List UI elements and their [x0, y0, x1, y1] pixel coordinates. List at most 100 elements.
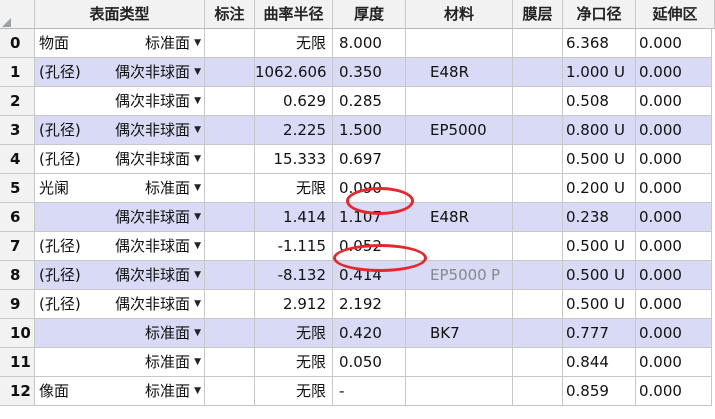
dropdown-arrow-icon[interactable]: ▼ — [194, 174, 201, 202]
coating-cell[interactable] — [513, 290, 563, 319]
comment-cell[interactable] — [205, 377, 255, 406]
comment-cell[interactable] — [205, 29, 255, 58]
surface-type-cell[interactable]: (孔径) 偶次非球面 ▼ — [35, 116, 205, 145]
thickness-cell[interactable]: 0.697 — [333, 145, 406, 174]
dropdown-arrow-icon[interactable]: ▼ — [194, 348, 201, 376]
radius-cell[interactable]: 无限 — [255, 348, 333, 377]
thickness-cell[interactable]: 0.285 — [333, 87, 406, 116]
material-cell[interactable]: BK7 — [406, 319, 513, 348]
semi-dia-solve-flag[interactable]: U — [614, 145, 625, 173]
material-cell[interactable] — [406, 348, 513, 377]
material-cell[interactable]: EP5000 P — [406, 261, 513, 290]
material-cell[interactable] — [406, 145, 513, 174]
extend-cell[interactable]: 0.000 — [636, 87, 712, 116]
material-cell[interactable] — [406, 29, 513, 58]
extend-cell[interactable]: 0.000 — [636, 116, 712, 145]
extend-cell[interactable]: 0.000 — [636, 58, 712, 87]
extend-cell[interactable]: 0.000 — [636, 290, 712, 319]
comment-cell[interactable] — [205, 348, 255, 377]
coating-cell[interactable] — [513, 319, 563, 348]
comment-cell[interactable] — [205, 87, 255, 116]
row-index[interactable]: 7 — [0, 232, 35, 261]
coating-cell[interactable] — [513, 174, 563, 203]
radius-cell[interactable]: 无限 — [255, 319, 333, 348]
clear-semi-dia-cell[interactable]: 0.238 — [563, 203, 636, 232]
extend-cell[interactable]: 0.000 — [636, 203, 712, 232]
comment-cell[interactable] — [205, 174, 255, 203]
thickness-cell[interactable]: 8.000 — [333, 29, 406, 58]
dropdown-arrow-icon[interactable]: ▼ — [194, 319, 201, 347]
header-coating[interactable]: 膜层 — [513, 0, 563, 29]
coating-cell[interactable] — [513, 116, 563, 145]
thickness-cell[interactable]: 1.107 — [333, 203, 406, 232]
dropdown-arrow-icon[interactable]: ▼ — [194, 377, 201, 405]
header-comment[interactable]: 标注 — [205, 0, 255, 29]
extend-cell[interactable]: 0.000 — [636, 348, 712, 377]
dropdown-arrow-icon[interactable]: ▼ — [194, 261, 201, 289]
header-clear-semi-dia[interactable]: 净口径 — [563, 0, 636, 29]
radius-cell[interactable]: -8.132 — [255, 261, 333, 290]
extend-cell[interactable]: 0.000 — [636, 145, 712, 174]
comment-cell[interactable] — [205, 58, 255, 87]
surface-type-cell[interactable]: 标准面 ▼ — [35, 319, 205, 348]
row-index[interactable]: 10 — [0, 319, 35, 348]
row-index[interactable]: 6 — [0, 203, 35, 232]
comment-cell[interactable] — [205, 116, 255, 145]
row-index[interactable]: 9 — [0, 290, 35, 319]
header-extend[interactable]: 延伸区 — [636, 0, 715, 29]
thickness-cell[interactable]: 1.500 — [333, 116, 406, 145]
surface-type-cell[interactable]: 标准面 ▼ — [35, 348, 205, 377]
clear-semi-dia-cell[interactable]: 0.508 — [563, 87, 636, 116]
row-index[interactable]: 8 — [0, 261, 35, 290]
thickness-cell[interactable]: 0.420 — [333, 319, 406, 348]
radius-cell[interactable]: -1.115 — [255, 232, 333, 261]
header-thickness[interactable]: 厚度 — [333, 0, 406, 29]
surface-type-cell[interactable]: (孔径) 偶次非球面 ▼ — [35, 261, 205, 290]
dropdown-arrow-icon[interactable]: ▼ — [194, 116, 201, 144]
corner-cell[interactable] — [0, 0, 35, 29]
extend-cell[interactable]: 0.000 — [636, 377, 712, 406]
comment-cell[interactable] — [205, 232, 255, 261]
clear-semi-dia-cell[interactable]: 0.777 — [563, 319, 636, 348]
thickness-cell[interactable]: 0.090 — [333, 174, 406, 203]
radius-cell[interactable]: 无限 — [255, 174, 333, 203]
row-index[interactable]: 2 — [0, 87, 35, 116]
radius-cell[interactable]: 0.629 — [255, 87, 333, 116]
extend-cell[interactable]: 0.000 — [636, 29, 712, 58]
radius-cell[interactable]: 1.414 — [255, 203, 333, 232]
surface-type-cell[interactable]: 像面 标准面 ▼ — [35, 377, 205, 406]
radius-cell[interactable]: 无限 — [255, 29, 333, 58]
surface-type-cell[interactable]: 光阑 标准面 ▼ — [35, 174, 205, 203]
extend-cell[interactable]: 0.000 — [636, 232, 712, 261]
row-index[interactable]: 0 — [0, 29, 35, 58]
surface-type-cell[interactable]: (孔径) 偶次非球面 ▼ — [35, 145, 205, 174]
surface-type-cell[interactable]: (孔径) 偶次非球面 ▼ — [35, 58, 205, 87]
surface-type-cell[interactable]: 偶次非球面 ▼ — [35, 203, 205, 232]
coating-cell[interactable] — [513, 232, 563, 261]
comment-cell[interactable] — [205, 203, 255, 232]
coating-cell[interactable] — [513, 348, 563, 377]
extend-cell[interactable]: 0.000 — [636, 261, 712, 290]
row-index[interactable]: 11 — [0, 348, 35, 377]
header-material[interactable]: 材料 — [406, 0, 513, 29]
row-index[interactable]: 12 — [0, 377, 35, 406]
thickness-cell[interactable]: 0.414 — [333, 261, 406, 290]
material-cell[interactable]: EP5000 — [406, 116, 513, 145]
coating-cell[interactable] — [513, 58, 563, 87]
row-index[interactable]: 4 — [0, 145, 35, 174]
coating-cell[interactable] — [513, 87, 563, 116]
surface-type-cell[interactable]: 偶次非球面 ▼ — [35, 87, 205, 116]
radius-cell[interactable]: 2.912 — [255, 290, 333, 319]
coating-cell[interactable] — [513, 261, 563, 290]
dropdown-arrow-icon[interactable]: ▼ — [194, 58, 201, 86]
semi-dia-solve-flag[interactable]: U — [614, 58, 625, 86]
clear-semi-dia-cell[interactable]: 0.500 U — [563, 145, 636, 174]
dropdown-arrow-icon[interactable]: ▼ — [194, 203, 201, 231]
dropdown-arrow-icon[interactable]: ▼ — [194, 145, 201, 173]
surface-type-cell[interactable]: 物面 标准面 ▼ — [35, 29, 205, 58]
clear-semi-dia-cell[interactable]: 0.500 U — [563, 290, 636, 319]
comment-cell[interactable] — [205, 319, 255, 348]
surface-type-cell[interactable]: (孔径) 偶次非球面 ▼ — [35, 290, 205, 319]
material-cell[interactable]: E48R — [406, 203, 513, 232]
row-index[interactable]: 3 — [0, 116, 35, 145]
